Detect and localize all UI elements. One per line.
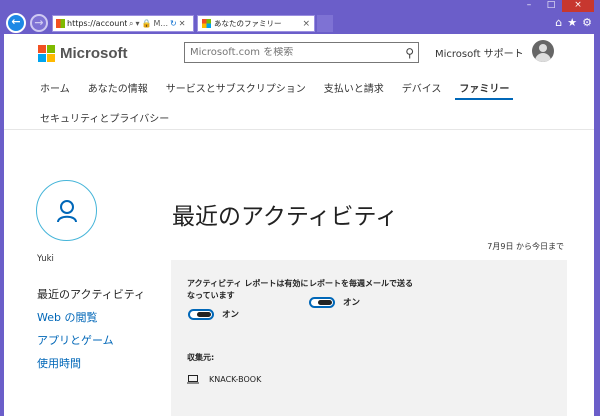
sidebar-item-web-browsing[interactable]: Web の閲覧 <box>37 309 97 325</box>
sidebar-item-recent-activity[interactable]: 最近のアクティビティ <box>37 286 145 302</box>
dropdown-icon[interactable]: ▾ <box>135 19 139 28</box>
settings-gear-icon[interactable]: ⚙ <box>582 16 592 29</box>
activity-report-label-line1: アクティビティ レポートは有効に <box>187 279 309 288</box>
activity-report-state: オン <box>222 310 240 320</box>
tab1-label[interactable]: M... <box>153 19 168 28</box>
site-header: Microsoft ⚲ Microsoft サポート ホーム あなたの情報 サー… <box>4 34 594 130</box>
microsoft-logo[interactable]: Microsoft <box>38 45 128 62</box>
weekly-email-state: オン <box>343 298 361 308</box>
nav-devices[interactable]: デバイス <box>402 80 442 95</box>
tab-active[interactable]: あなたのファミリー × <box>197 15 315 32</box>
window-controls: – □ × <box>518 0 594 12</box>
favorites-star-icon[interactable]: ★ <box>567 16 577 29</box>
tab-close-icon[interactable]: × <box>302 19 310 29</box>
address-url[interactable]: https://account.m <box>67 19 127 28</box>
account-avatar-icon[interactable] <box>532 40 554 62</box>
address-bar[interactable]: https://account.m ⌕ ▾ 🔒 M... ↻ ✕ <box>52 15 194 32</box>
brand-name: Microsoft <box>60 45 128 62</box>
toggle-switch[interactable] <box>188 308 214 320</box>
sidebar-item-screen-time[interactable]: 使用時間 <box>37 355 81 371</box>
window-close-button[interactable]: × <box>562 0 594 12</box>
tab-title: あなたのファミリー <box>214 19 282 28</box>
web-page: Microsoft ⚲ Microsoft サポート ホーム あなたの情報 サー… <box>4 34 594 416</box>
main-nav-row2: セキュリティとプライバシー <box>40 110 187 125</box>
activity-report-toggle[interactable]: オン <box>188 308 239 320</box>
browser-window: – □ × ← → https://account.m ⌕ ▾ 🔒 M... ↻… <box>0 0 600 416</box>
date-range: 7月9日 から今日まで <box>487 242 564 251</box>
support-link[interactable]: Microsoft サポート <box>435 45 524 60</box>
laptop-icon <box>187 375 199 384</box>
collected-from-label: 収集元: <box>187 353 215 362</box>
search-input[interactable] <box>190 47 390 58</box>
page-title: 最近のアクティビティ <box>172 204 399 230</box>
maximize-button[interactable]: □ <box>540 0 562 12</box>
nav-home[interactable]: ホーム <box>40 80 70 95</box>
back-button[interactable]: ← <box>6 13 26 33</box>
weekly-email-toggle[interactable]: オン <box>309 296 360 308</box>
refresh-icon[interactable]: ↻ <box>170 19 177 28</box>
site-search[interactable]: ⚲ <box>184 42 419 63</box>
child-name: Yuki <box>37 254 54 264</box>
activity-report-label-line2: なっています <box>187 291 235 300</box>
sidebar-item-apps-games[interactable]: アプリとゲーム <box>37 332 114 348</box>
activity-report-label: アクティビティ レポートは有効に なっています <box>187 278 308 302</box>
nav-your-info[interactable]: あなたの情報 <box>88 80 148 95</box>
nav-billing[interactable]: 支払いと請求 <box>324 80 384 95</box>
main-nav: ホーム あなたの情報 サービスとサブスクリプション 支払いと請求 デバイス ファ… <box>40 80 527 100</box>
search-icon[interactable]: ⌕ <box>129 19 133 29</box>
weekly-email-label: レポートを毎週メールで送る <box>309 279 413 288</box>
nav-security-privacy[interactable]: セキュリティとプライバシー <box>40 110 169 125</box>
device-row: KNACK-BOOK <box>187 375 261 384</box>
home-icon[interactable]: ⌂ <box>555 16 562 29</box>
lock-icon[interactable]: 🔒 <box>142 19 152 28</box>
child-avatar <box>36 180 97 241</box>
toggle-switch[interactable] <box>309 296 335 308</box>
stop-icon[interactable]: ✕ <box>179 19 186 28</box>
device-name: KNACK-BOOK <box>209 375 262 384</box>
site-favicon-icon <box>56 19 65 28</box>
person-icon <box>56 199 77 222</box>
new-tab-button[interactable] <box>317 15 333 32</box>
browser-toolbar-icons: ⌂ ★ ⚙ <box>555 16 592 29</box>
microsoft-logo-icon <box>38 45 55 62</box>
tab-favicon-icon <box>202 19 211 28</box>
minimize-button[interactable]: – <box>518 0 540 12</box>
nav-family[interactable]: ファミリー <box>455 80 514 100</box>
forward-button[interactable]: → <box>30 14 48 32</box>
search-icon[interactable]: ⚲ <box>405 46 414 60</box>
nav-services[interactable]: サービスとサブスクリプション <box>166 80 306 95</box>
